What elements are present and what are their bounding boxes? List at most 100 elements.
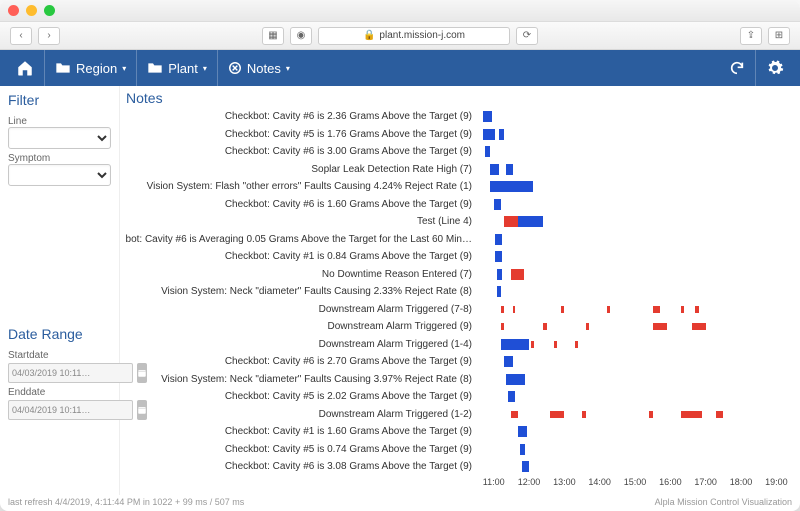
chart-row-label: Checkbot: Cavity #6 is 1.60 Grams Above … xyxy=(126,196,476,214)
axis-tick: 15:00 xyxy=(624,477,647,487)
chart-row-label: Checkbot: Cavity #5 is 1.76 Grams Above … xyxy=(126,126,476,144)
startdate-input[interactable] xyxy=(8,363,133,383)
address-bar[interactable]: 🔒 plant.mission-j.com xyxy=(318,27,510,45)
chart-row-track xyxy=(476,388,794,406)
browser-back-button[interactable]: ‹ xyxy=(10,27,32,45)
chart-segment xyxy=(543,323,547,330)
nav-notes[interactable]: Notes ▾ xyxy=(217,50,300,86)
gear-icon xyxy=(766,59,784,77)
chart-row-track xyxy=(476,458,794,476)
chart-row-label: Test (Line 4) xyxy=(126,213,476,231)
chart-row-track xyxy=(476,353,794,371)
chart-segment xyxy=(554,341,558,348)
daterange-heading: Date Range xyxy=(8,326,111,342)
chart-segment xyxy=(681,411,702,418)
chart-segment xyxy=(681,306,685,313)
browser-reload-button[interactable]: ⟳ xyxy=(516,27,538,45)
chevron-down-icon: ▾ xyxy=(286,64,290,73)
chart-segment xyxy=(607,306,611,313)
chart-segment xyxy=(490,164,499,175)
chart-row-track xyxy=(476,126,794,144)
chart-row-label: Soplar Leak Detection Rate High (7) xyxy=(126,161,476,179)
nav-region[interactable]: Region ▾ xyxy=(44,50,136,86)
nav-plant[interactable]: Plant ▾ xyxy=(136,50,217,86)
chart-segment xyxy=(497,286,501,297)
mac-min-icon[interactable] xyxy=(26,5,37,16)
content: Filter Line Symptom Date Range Startdate… xyxy=(0,86,800,495)
axis-tick: 18:00 xyxy=(730,477,753,487)
chart-row-track xyxy=(476,406,794,424)
chart-segment xyxy=(582,411,586,418)
chart-segment xyxy=(692,323,706,330)
chart-row-label: Checkbot: Cavity #1 is 1.60 Grams Above … xyxy=(126,423,476,441)
chart-row-label: Checkbot: Cavity #6 is 3.00 Grams Above … xyxy=(126,143,476,161)
chart-segment xyxy=(499,129,504,140)
enddate-label: Enddate xyxy=(8,387,111,398)
gantt-chart: Checkbot: Cavity #6 is 2.36 Grams Above … xyxy=(126,108,794,495)
nav-refresh[interactable] xyxy=(719,50,755,86)
chart-segment xyxy=(495,251,502,262)
chart-row-label: No Downtime Reason Entered (7) xyxy=(126,266,476,284)
chart-segment xyxy=(695,306,699,313)
chart-row-label: Downstream Alarm Triggered (1-2) xyxy=(126,406,476,424)
chart-row-track xyxy=(476,336,794,354)
chevron-down-icon: ▾ xyxy=(122,64,126,73)
chart-row-label: Checkbot: Cavity #6 is 2.70 Grams Above … xyxy=(126,353,476,371)
axis-tick: 17:00 xyxy=(694,477,717,487)
mac-titlebar xyxy=(0,0,800,22)
chart-segment xyxy=(501,323,505,330)
chart-segment xyxy=(506,164,513,175)
chart-row-label: Vision System: Flash "other errors" Faul… xyxy=(126,178,476,196)
mac-max-icon[interactable] xyxy=(44,5,55,16)
browser-fwd-button[interactable]: › xyxy=(38,27,60,45)
footer-refresh-text: last refresh 4/4/2019, 4:11:44 PM in 102… xyxy=(8,497,244,507)
chart-segment xyxy=(649,411,653,418)
chart-segment xyxy=(531,341,535,348)
browser-shield-icon[interactable]: ◉ xyxy=(290,27,312,45)
chart-segment xyxy=(494,199,501,210)
chart-row-label: Checkbot: Cavity #5 is 2.02 Grams Above … xyxy=(126,388,476,406)
notes-heading: Notes xyxy=(126,90,794,106)
chart-row-track xyxy=(476,441,794,459)
startdate-label: Startdate xyxy=(8,350,111,361)
footer: last refresh 4/4/2019, 4:11:44 PM in 102… xyxy=(0,495,800,511)
chart-row-label: Checkbot: Cavity #6 is Averaging 0.05 Gr… xyxy=(126,231,476,249)
chart-row-track xyxy=(476,108,794,126)
nav-settings[interactable] xyxy=(755,50,794,86)
chart-row-label: Checkbot: Cavity #5 is 0.74 Grams Above … xyxy=(126,441,476,459)
symptom-label: Symptom xyxy=(8,153,111,164)
chart-row-track xyxy=(476,423,794,441)
chart-row-track xyxy=(476,371,794,389)
line-label: Line xyxy=(8,116,111,127)
browser-toolbar: ‹ › ▦ ◉ 🔒 plant.mission-j.com ⟳ ⇪ ⊞ xyxy=(0,22,800,50)
line-select[interactable] xyxy=(8,127,111,149)
chart-row-track xyxy=(476,143,794,161)
nav-home[interactable] xyxy=(6,50,44,86)
chart-segment xyxy=(485,146,490,157)
nav-region-label: Region xyxy=(76,61,117,76)
chart-row-label: Vision System: Neck "diameter" Faults Ca… xyxy=(126,371,476,389)
nav-notes-label: Notes xyxy=(247,61,281,76)
browser-share-button[interactable]: ⇪ xyxy=(740,27,762,45)
chart-segment xyxy=(511,269,523,280)
chart-segment xyxy=(716,411,723,418)
mac-close-icon[interactable] xyxy=(8,5,19,16)
chart-segment xyxy=(561,306,565,313)
chart-row-track xyxy=(476,213,794,231)
home-icon xyxy=(16,59,34,77)
chart-row-track xyxy=(476,196,794,214)
lock-icon: 🔒 xyxy=(363,30,375,41)
chart-row-track xyxy=(476,301,794,319)
enddate-input[interactable] xyxy=(8,400,133,420)
filter-heading: Filter xyxy=(8,92,111,108)
chevron-down-icon: ▾ xyxy=(203,64,207,73)
browser-tabs-button[interactable]: ⊞ xyxy=(768,27,790,45)
app-navbar: Region ▾ Plant ▾ Notes ▾ xyxy=(0,50,800,86)
browser-panel-icon[interactable]: ▦ xyxy=(262,27,284,45)
nav-plant-label: Plant xyxy=(168,61,198,76)
chart-segment xyxy=(586,323,590,330)
chart-segment xyxy=(520,444,525,455)
refresh-icon xyxy=(729,60,745,76)
symptom-select[interactable] xyxy=(8,164,111,186)
chart-segment xyxy=(653,306,660,313)
